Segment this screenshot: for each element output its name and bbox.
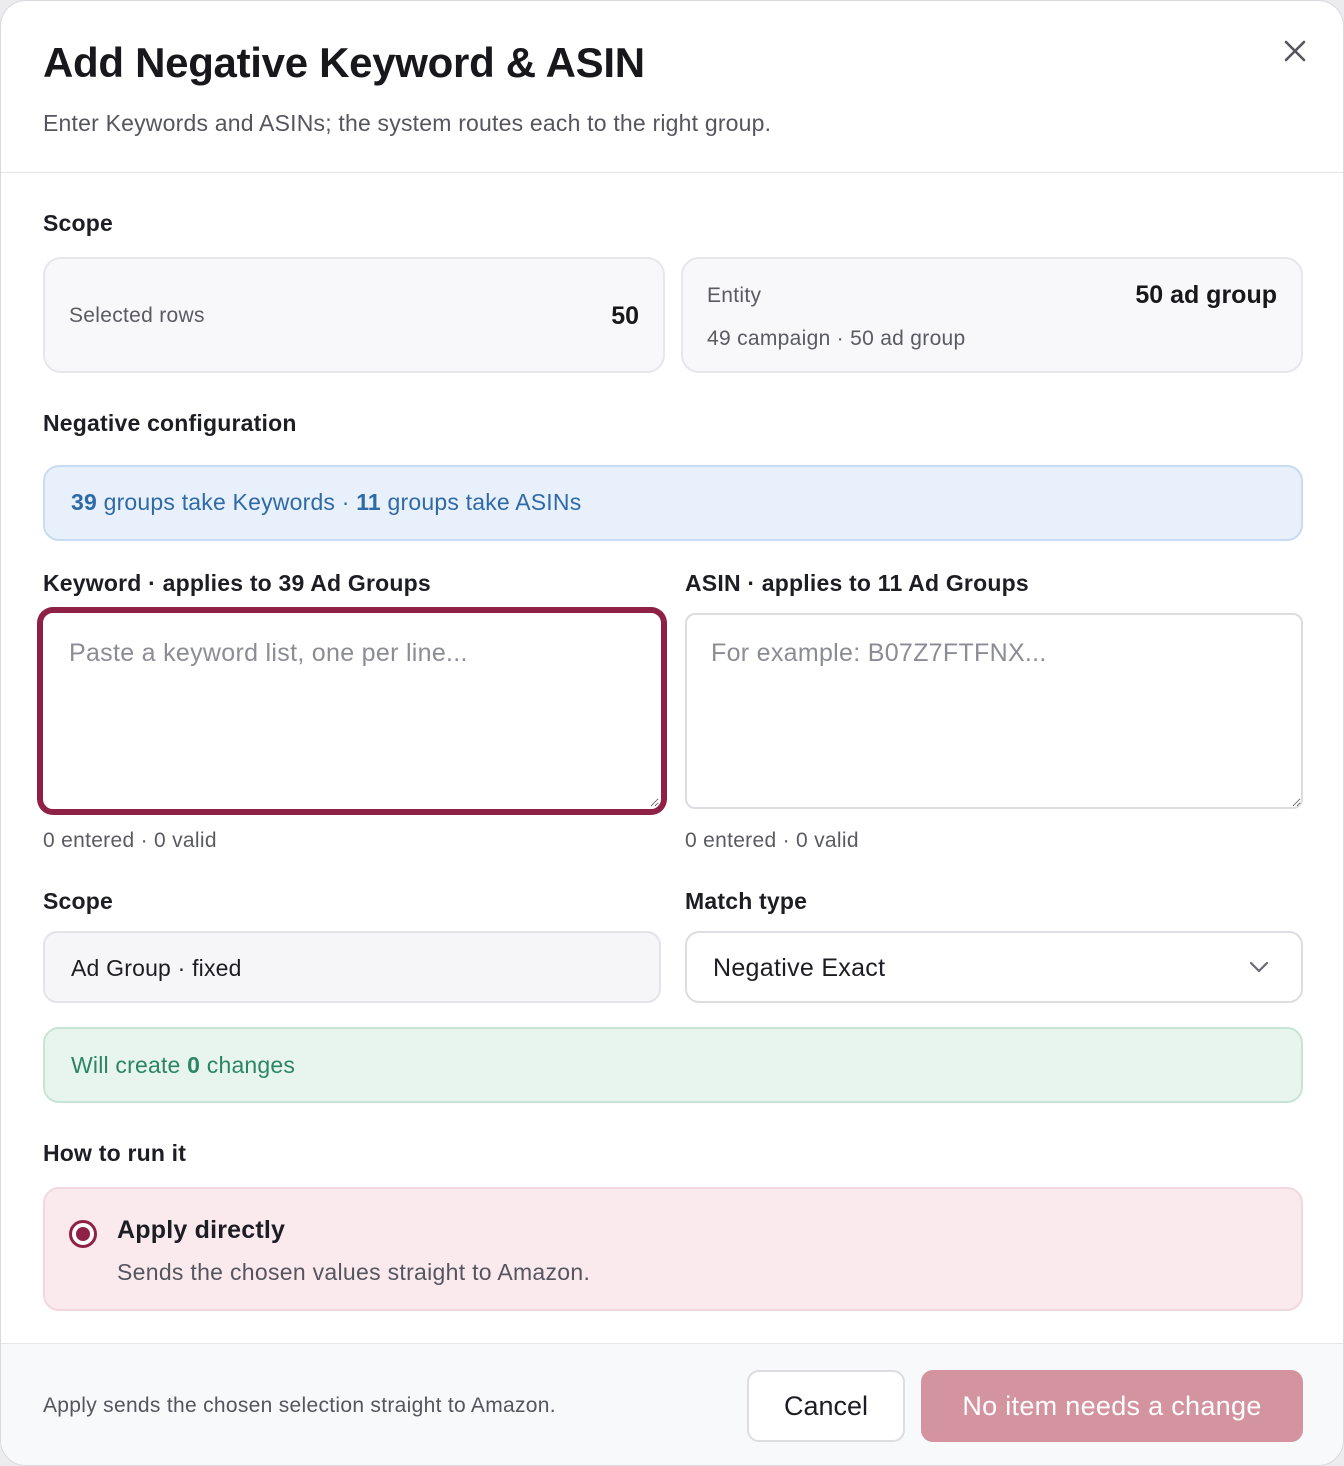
- entity-value: 50 ad group: [1135, 281, 1277, 309]
- routing-info-banner: 39 groups take Keywords · 11 groups take…: [43, 465, 1303, 541]
- match-type-select[interactable]: Negative Exact: [685, 931, 1303, 1003]
- apply-directly-description: Sends the chosen values straight to Amaz…: [117, 1259, 591, 1285]
- scope-section-label: Scope: [43, 210, 114, 236]
- changes-summary-banner: Will create 0 changes: [43, 1027, 1303, 1103]
- keyword-field-label: Keyword · applies to 39 Ad Groups: [43, 570, 431, 596]
- close-icon: [1284, 40, 1306, 62]
- asin-counter: 0 entered · 0 valid: [685, 829, 859, 852]
- footer-note: Apply sends the chosen selection straigh…: [43, 1394, 556, 1417]
- apply-directly-title: Apply directly: [117, 1216, 286, 1244]
- add-negative-dialog: Add Negative Keyword & ASIN Enter Keywor…: [0, 0, 1344, 1466]
- chevron-down-icon: [1249, 961, 1269, 973]
- asin-group-count: 11: [356, 489, 381, 515]
- apply-directly-option[interactable]: Apply directly Sends the chosen values s…: [43, 1187, 1303, 1311]
- dialog-title: Add Negative Keyword & ASIN: [43, 39, 645, 86]
- asin-input[interactable]: [685, 613, 1303, 809]
- asin-field-label: ASIN · applies to 11 Ad Groups: [685, 570, 1029, 596]
- changes-count: 0: [187, 1052, 201, 1078]
- keyword-counter: 0 entered · 0 valid: [43, 829, 217, 852]
- scope-fixed-value: Ad Group · fixed: [43, 931, 661, 1003]
- dialog-header: Add Negative Keyword & ASIN Enter Keywor…: [1, 1, 1343, 173]
- entity-label: Entity: [707, 284, 762, 307]
- selected-rows-label: Selected rows: [69, 304, 205, 327]
- negative-config-label: Negative configuration: [43, 410, 297, 436]
- scope-fixed-label: Scope: [43, 888, 114, 914]
- entity-detail: 49 campaign · 50 ad group: [707, 327, 966, 350]
- selected-rows-value: 50: [611, 302, 639, 330]
- dialog-footer: Apply sends the chosen selection straigh…: [1, 1343, 1343, 1465]
- asin-group-text: groups take ASINs: [380, 489, 582, 515]
- selected-rows-card: Selected rows 50: [43, 257, 665, 373]
- keyword-input[interactable]: [43, 613, 661, 809]
- apply-directly-radio[interactable]: [69, 1220, 97, 1248]
- cancel-button[interactable]: Cancel: [747, 1370, 905, 1442]
- dialog-subtitle: Enter Keywords and ASINs; the system rou…: [43, 110, 772, 136]
- close-button[interactable]: [1277, 33, 1313, 69]
- match-type-selected: Negative Exact: [713, 954, 886, 982]
- match-type-label: Match type: [685, 888, 808, 914]
- changes-suffix: changes: [200, 1052, 296, 1078]
- submit-button[interactable]: No item needs a change: [921, 1370, 1303, 1442]
- entity-card: Entity 50 ad group 49 campaign · 50 ad g…: [681, 257, 1303, 373]
- keyword-group-text: groups take Keywords ·: [96, 489, 357, 515]
- run-mode-label: How to run it: [43, 1140, 187, 1166]
- keyword-group-count: 39: [71, 489, 97, 515]
- changes-prefix: Will create: [71, 1052, 188, 1078]
